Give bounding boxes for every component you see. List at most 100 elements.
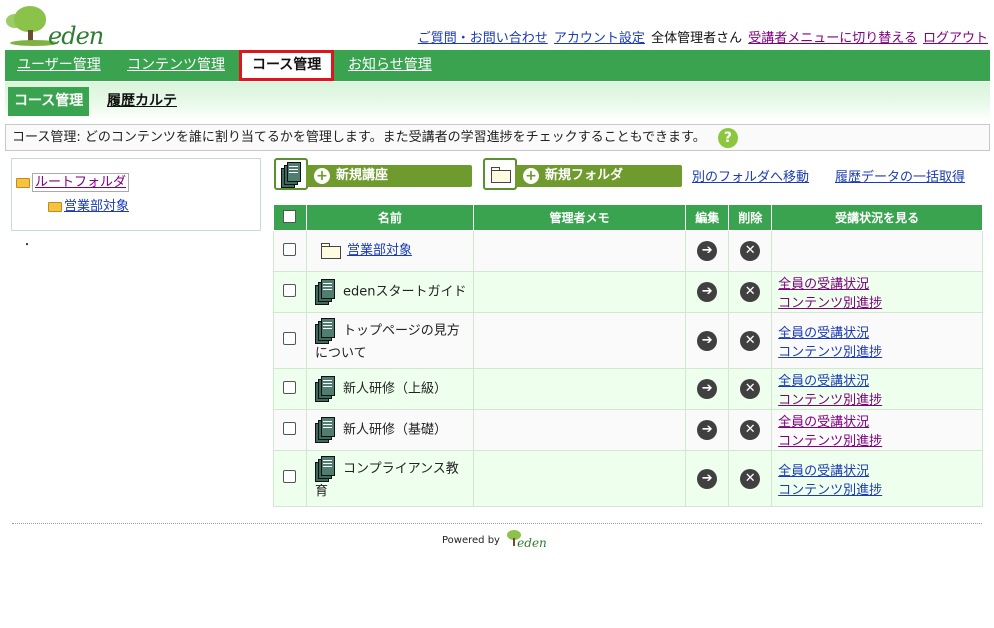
content-progress-link[interactable]: コンテンツ別進捗 [778,393,882,408]
memo-cell [472,409,687,451]
arrow-right-icon[interactable]: ➔ [697,241,718,261]
course-name: 新人研修（基礎） [342,422,447,438]
delete-cell: ✕ [728,271,773,313]
name-header: 名前 [305,204,474,231]
close-icon[interactable]: ✕ [740,241,761,261]
eden-mini-logo: eden [503,530,553,550]
user-name: 全体管理者さん [651,31,743,46]
row-checkbox-cell [273,368,307,410]
content-progress-link[interactable]: コンテンツ別進捗 [778,345,882,360]
logo-tree-trunk [513,538,516,546]
delete-cell: ✕ [728,230,773,272]
arrow-right-icon[interactable]: ➔ [697,330,718,351]
new-course-label: 新規講座 [336,168,389,183]
eden-logo[interactable]: eden [6,4,106,50]
logout-link[interactable]: ログアウト [923,31,988,46]
close-icon[interactable]: ✕ [740,468,761,489]
row-checkbox[interactable] [283,242,297,256]
switch-menu-link[interactable]: 受講者メニューに切り替える [748,31,917,46]
subtab-history-karte[interactable]: 履歴カルテ [101,87,183,116]
row-checkbox-cell [273,409,307,451]
content-progress-link[interactable]: コンテンツ別進捗 [778,483,882,498]
name-cell: コンプライアンス教育 [305,450,474,507]
memo-header: 管理者メモ [472,204,687,231]
edit-cell: ➔ [685,450,730,507]
new-folder-icon[interactable] [483,158,517,190]
new-course-icon[interactable] [274,158,308,190]
root-folder-link[interactable]: ルートフォルダ [32,173,130,192]
status-header: 受講状況を見る [771,204,983,231]
move-folder-link[interactable]: 別のフォルダへ移動 [692,166,809,185]
status-cell: 全員の受講状況コンテンツ別進捗 [771,312,983,369]
status-cell: 全員の受講状況コンテンツ別進捗 [771,450,983,507]
all-status-link[interactable]: 全員の受講状況 [778,415,869,430]
memo-cell [472,450,687,507]
sales-folder-link[interactable]: 営業部対象 [64,199,129,214]
table-row: 新人研修（上級） ➔ ✕ 全員の受講状況コンテンツ別進捗 [273,368,983,410]
contact-link[interactable]: ご質問・お問い合わせ [418,31,548,46]
edit-cell: ➔ [685,230,730,272]
arrow-right-icon[interactable]: ➔ [697,379,718,399]
close-icon[interactable]: ✕ [740,379,761,399]
open-folder-icon [48,201,62,212]
name-cell: 営業部対象 [305,230,474,272]
row-checkbox[interactable] [283,283,297,297]
arrow-right-icon[interactable]: ➔ [697,420,718,440]
table-row: トップページの見方について ➔ ✕ 全員の受講状況コンテンツ別進捗 [273,312,983,369]
course-name: 新人研修（上級） [342,381,447,397]
arrow-right-icon[interactable]: ➔ [697,282,718,302]
help-icon[interactable]: ? [717,127,738,148]
edit-header: 編集 [685,204,730,231]
memo-cell [472,230,687,272]
close-icon[interactable]: ✕ [740,282,761,302]
subtab-course-management[interactable]: コース管理 [8,87,90,116]
folder-link[interactable]: 営業部対象 [347,243,412,258]
table-row: 営業部対象 ➔ ✕ [273,230,983,272]
all-status-link[interactable]: 全員の受講状況 [778,326,869,341]
course-book-icon [314,279,337,305]
name-cell: 新人研修（基礎） [305,409,474,451]
arrow-right-icon[interactable]: ➔ [697,468,718,489]
tab-notice-management[interactable]: お知らせ管理 [338,50,442,81]
all-status-link[interactable]: 全員の受講状況 [778,464,869,479]
course-book-icon [314,455,337,482]
course-book-icon [281,162,303,188]
tree-bullet: ・ [22,240,32,251]
delete-header: 削除 [728,204,773,231]
new-course-button[interactable]: + 新規講座 [306,165,472,187]
close-icon[interactable]: ✕ [740,420,761,440]
bulk-history-link[interactable]: 履歴データの一括取得 [835,166,965,185]
tab-content-management[interactable]: コンテンツ管理 [117,50,235,81]
table-row: コンプライアンス教育 ➔ ✕ 全員の受講状況コンテンツ別進捗 [273,450,983,507]
select-all-header [273,204,307,231]
page-description: コース管理: どのコンテンツを誰に割り当てるかを管理します。また受講者の学習進捗… [5,124,990,151]
delete-cell: ✕ [728,409,773,451]
tree-root-folder: ルートフォルダ [16,171,130,192]
row-checkbox[interactable] [283,380,297,394]
all-status-link[interactable]: 全員の受講状況 [778,277,869,292]
row-checkbox[interactable] [283,421,297,435]
status-cell [771,230,983,272]
row-checkbox[interactable] [283,470,297,483]
select-all-checkbox[interactable] [283,209,297,223]
content-progress-link[interactable]: コンテンツ別進捗 [778,296,882,311]
tab-user-management[interactable]: ユーザー管理 [7,50,111,81]
folder-icon [320,242,341,259]
new-folder-button[interactable]: + 新規フォルダ [515,165,682,187]
plus-icon: + [314,168,330,184]
tab-course-management[interactable]: コース管理 [239,50,335,81]
account-settings-link[interactable]: アカウント設定 [554,31,645,46]
footer-divider [12,523,982,524]
edit-cell: ➔ [685,271,730,313]
close-icon[interactable]: ✕ [740,330,761,351]
delete-cell: ✕ [728,450,773,507]
row-checkbox[interactable] [283,332,297,345]
status-cell: 全員の受講状況コンテンツ別進捗 [771,271,983,313]
tree-sub-folder: 営業部対象 [48,195,129,214]
description-text: コース管理: どのコンテンツを誰に割り当てるかを管理します。また受講者の学習進捗… [12,130,706,145]
row-checkbox-cell [273,271,307,313]
memo-cell [472,368,687,410]
all-status-link[interactable]: 全員の受講状況 [778,374,869,389]
footer: Powered by eden [442,530,553,550]
content-progress-link[interactable]: コンテンツ別進捗 [778,434,882,449]
